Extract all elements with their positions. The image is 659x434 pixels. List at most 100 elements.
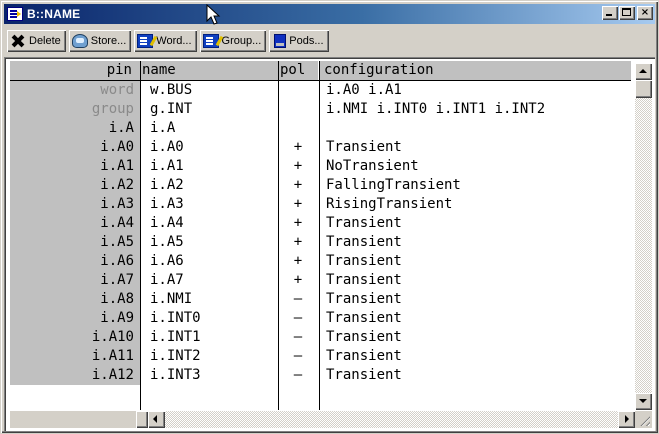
resize-grip-icon[interactable] xyxy=(635,411,652,428)
pin-cell[interactable]: i.A4 xyxy=(10,214,140,233)
pol-cell[interactable]: – xyxy=(278,366,318,385)
name-cell[interactable]: i.INT2 xyxy=(140,347,278,366)
name-cell[interactable]: i.INT1 xyxy=(140,328,278,347)
name-cell[interactable]: i.A0 xyxy=(140,138,278,157)
pol-cell[interactable] xyxy=(278,100,318,119)
pol-cell[interactable]: – xyxy=(278,328,318,347)
name-cell[interactable]: i.A4 xyxy=(140,214,278,233)
pol-cell[interactable]: + xyxy=(278,176,318,195)
table-row[interactable]: i.A12 i.INT3– Transient xyxy=(10,366,631,385)
name-cell[interactable]: i.A6 xyxy=(140,252,278,271)
name-cell[interactable]: w.BUS xyxy=(140,81,278,100)
name-cell[interactable]: g.INT xyxy=(140,100,278,119)
pane-splitter[interactable] xyxy=(136,411,148,428)
pol-cell[interactable]: – xyxy=(278,309,318,328)
configuration-cell[interactable]: Transient xyxy=(320,328,631,347)
pin-cell[interactable]: i.A11 xyxy=(10,347,140,366)
minimize-button[interactable] xyxy=(602,6,618,20)
name-cell[interactable]: i.INT0 xyxy=(140,309,278,328)
title-bar[interactable]: B::NAME × xyxy=(4,4,655,24)
pin-cell[interactable]: i.A6 xyxy=(10,252,140,271)
configuration-cell[interactable] xyxy=(320,119,631,138)
table-row[interactable]: i.A i.A xyxy=(10,119,631,138)
pol-cell[interactable]: – xyxy=(278,347,318,366)
configuration-cell[interactable]: Transient xyxy=(320,309,631,328)
pin-cell[interactable]: i.A10 xyxy=(10,328,140,347)
pol-cell[interactable] xyxy=(278,81,318,100)
table-row[interactable]: i.A5 i.A5 + Transient xyxy=(10,233,631,252)
group-button[interactable]: Group... xyxy=(199,30,267,52)
configuration-cell[interactable]: Transient xyxy=(320,290,631,309)
close-button[interactable]: × xyxy=(637,6,653,20)
pin-cell[interactable]: i.A5 xyxy=(10,233,140,252)
scroll-up-button[interactable] xyxy=(635,63,652,80)
name-cell[interactable]: i.A xyxy=(140,119,278,138)
pol-cell[interactable] xyxy=(278,119,318,138)
header-pol[interactable]: pol xyxy=(278,61,318,80)
configuration-cell[interactable]: Transient xyxy=(320,347,631,366)
header-configuration[interactable]: configuration xyxy=(320,61,631,80)
pol-cell[interactable]: + xyxy=(278,157,318,176)
configuration-cell[interactable]: Transient xyxy=(320,214,631,233)
scroll-right-button[interactable] xyxy=(618,411,635,428)
pin-cell[interactable]: i.A2 xyxy=(10,176,140,195)
pin-cell[interactable]: word xyxy=(10,81,140,100)
name-cell[interactable]: i.NMI xyxy=(140,290,278,309)
vertical-scrollbar[interactable] xyxy=(635,63,652,410)
pol-cell[interactable]: + xyxy=(278,233,318,252)
table-row[interactable]: i.A11 i.INT2– Transient xyxy=(10,347,631,366)
name-cell[interactable]: i.A7 xyxy=(140,271,278,290)
pin-cell[interactable]: i.A3 xyxy=(10,195,140,214)
pol-cell[interactable]: + xyxy=(278,214,318,233)
pol-cell[interactable]: + xyxy=(278,195,318,214)
configuration-cell[interactable]: Transient xyxy=(320,138,631,157)
pin-cell[interactable]: i.A12 xyxy=(10,366,140,385)
pol-cell[interactable]: + xyxy=(278,138,318,157)
horizontal-scrollbar[interactable] xyxy=(148,411,635,428)
name-cell[interactable]: i.A2 xyxy=(140,176,278,195)
table-row[interactable]: i.A2 i.A2 + FallingTransient xyxy=(10,176,631,195)
pol-cell[interactable]: + xyxy=(278,252,318,271)
scroll-left-button[interactable] xyxy=(148,411,165,428)
pin-cell[interactable]: i.A xyxy=(10,119,140,138)
pol-cell[interactable]: – xyxy=(278,290,318,309)
table-row[interactable]: i.A0 i.A0 + Transient xyxy=(10,138,631,157)
pin-cell[interactable]: i.A0 xyxy=(10,138,140,157)
table-row[interactable]: group g.INT i.NMI i.INT0 i.INT1 i.INT2 xyxy=(10,100,631,119)
maximize-button[interactable] xyxy=(619,6,635,20)
table-row[interactable]: i.A7 i.A7 + Transient xyxy=(10,271,631,290)
vertical-scroll-thumb[interactable] xyxy=(635,80,652,98)
configuration-cell[interactable]: i.A0 i.A1 xyxy=(320,81,631,100)
configuration-cell[interactable]: RisingTransient xyxy=(320,195,631,214)
header-pin[interactable]: pin xyxy=(10,61,140,80)
table-row[interactable]: i.A9 i.INT0– Transient xyxy=(10,309,631,328)
window-app-icon[interactable] xyxy=(7,7,23,21)
pin-cell[interactable]: i.A1 xyxy=(10,157,140,176)
pin-table[interactable]: pin name pol configuration word w.BUS i.A0… xyxy=(10,61,631,410)
pin-cell[interactable]: i.A9 xyxy=(10,309,140,328)
configuration-cell[interactable]: FallingTransient xyxy=(320,176,631,195)
table-row[interactable]: i.A6 i.A6 + Transient xyxy=(10,252,631,271)
pods-button[interactable]: Pods... xyxy=(269,30,329,52)
pol-cell[interactable]: + xyxy=(278,271,318,290)
configuration-cell[interactable]: Transient xyxy=(320,233,631,252)
configuration-cell[interactable]: Transient xyxy=(320,271,631,290)
name-cell[interactable]: i.INT3 xyxy=(140,366,278,385)
delete-button[interactable]: Delete xyxy=(7,30,66,52)
name-cell[interactable]: i.A3 xyxy=(140,195,278,214)
name-cell[interactable]: i.A1 xyxy=(140,157,278,176)
table-row[interactable]: i.A4 i.A4 + Transient xyxy=(10,214,631,233)
header-name[interactable]: name xyxy=(140,61,278,80)
table-row[interactable]: i.A8 i.NMI – Transient xyxy=(10,290,631,309)
word-button[interactable]: Word... xyxy=(134,30,197,52)
scroll-down-button[interactable] xyxy=(635,393,652,410)
configuration-cell[interactable]: i.NMI i.INT0 i.INT1 i.INT2 xyxy=(320,100,631,119)
pin-cell[interactable]: i.A8 xyxy=(10,290,140,309)
table-row[interactable]: word w.BUS i.A0 i.A1 xyxy=(10,81,631,100)
name-cell[interactable]: i.A5 xyxy=(140,233,278,252)
configuration-cell[interactable]: NoTransient xyxy=(320,157,631,176)
table-row[interactable]: i.A10 i.INT1– Transient xyxy=(10,328,631,347)
table-row[interactable]: i.A1 i.A1 + NoTransient xyxy=(10,157,631,176)
pin-cell[interactable]: i.A7 xyxy=(10,271,140,290)
configuration-cell[interactable]: Transient xyxy=(320,252,631,271)
